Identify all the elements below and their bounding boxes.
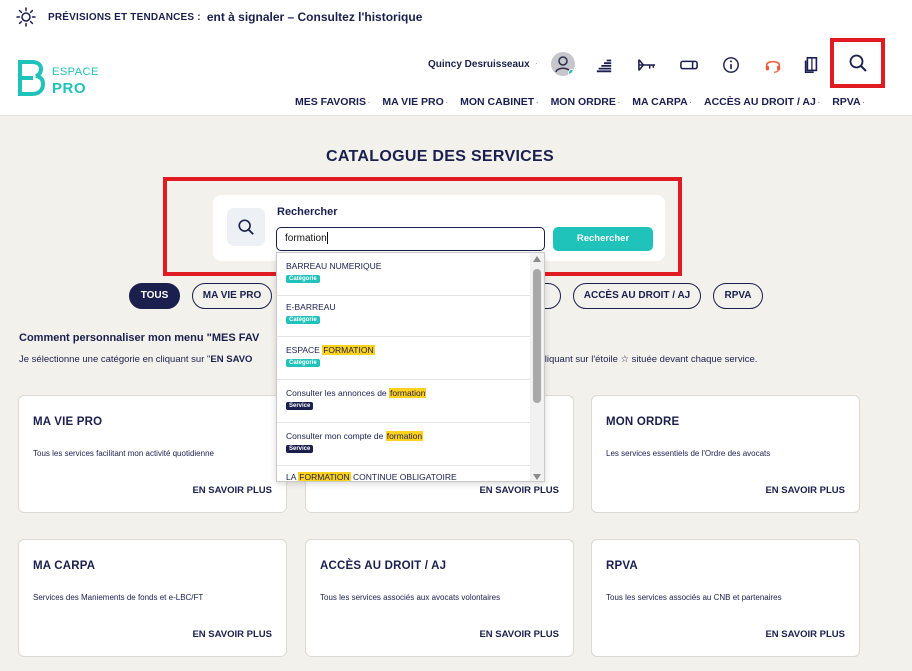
card-title: RPVA bbox=[606, 560, 638, 572]
headset-icon[interactable] bbox=[760, 52, 786, 78]
logo-espace-text: ESPACE bbox=[52, 66, 99, 78]
suggestion-item[interactable]: BARREAU NUMERIQUE Catégorie bbox=[277, 253, 532, 296]
robe-icon[interactable] bbox=[676, 52, 702, 78]
scroll-up-arrow-icon[interactable] bbox=[533, 256, 541, 262]
page-title: CATALOGUE DES SERVICES bbox=[326, 148, 554, 165]
service-badge: Service bbox=[286, 402, 314, 410]
user-menu-caret[interactable]: · bbox=[535, 59, 538, 68]
forecast-banner: PRÉVISIONS ET TENDANCES : ent à signaler… bbox=[0, 0, 912, 34]
search-suggestions-dropdown: BARREAU NUMERIQUE Catégorie E-BARREAU Ca… bbox=[276, 252, 545, 482]
card-link[interactable]: EN SAVOIR PLUS bbox=[479, 629, 559, 640]
search-icon bbox=[849, 54, 867, 72]
suggestion-item[interactable]: Consulter mon compte de formation Servic… bbox=[277, 423, 532, 466]
search-icon-button[interactable] bbox=[830, 38, 885, 88]
card-description: Les services essentiels de l'Ordre des a… bbox=[606, 449, 771, 458]
suggestion-item[interactable]: ESPACE FORMATION Catégorie bbox=[277, 337, 532, 380]
forecast-history-link[interactable]: ent à signaler – Consultez l'historique bbox=[207, 10, 423, 24]
suggestion-item[interactable]: LA FORMATION CONTINUE OBLIGATOIRE bbox=[277, 466, 532, 481]
category-card-rpva[interactable]: RPVA Tous les services associés au CNB e… bbox=[591, 539, 860, 657]
info-icon[interactable] bbox=[718, 52, 744, 78]
card-link[interactable]: EN SAVOIR PLUS bbox=[765, 485, 845, 496]
scroll-down-arrow-icon[interactable] bbox=[533, 474, 541, 480]
card-description: Tous les services facilitant mon activit… bbox=[33, 449, 214, 458]
forecast-label: PRÉVISIONS ET TENDANCES : bbox=[48, 11, 201, 23]
card-title: MON ORDRE bbox=[606, 416, 680, 428]
user-name[interactable]: Quincy Desruisseaux bbox=[428, 59, 530, 70]
category-card-acces-au-droit[interactable]: ACCÈS AU DROIT / AJ Tous les services as… bbox=[305, 539, 574, 657]
category-badge: Catégorie bbox=[286, 275, 320, 283]
sun-icon bbox=[16, 7, 36, 27]
card-description: Tous les services associés aux avocats v… bbox=[320, 593, 501, 602]
nav-item-mon-ordre[interactable]: MON ORDRE · bbox=[551, 96, 621, 108]
filter-pill-rpva[interactable]: RPVA bbox=[713, 283, 763, 309]
dropdown-scrollbar[interactable] bbox=[530, 253, 544, 481]
category-card-mon-ordre[interactable]: MON ORDRE Les services essentiels de l'O… bbox=[591, 395, 860, 513]
filter-pill-tous[interactable]: TOUS bbox=[129, 283, 180, 309]
logo-mark-icon bbox=[18, 60, 46, 96]
site-header: ESPACE PRO Quincy Desruisseaux · MES FAV… bbox=[0, 34, 912, 116]
card-description: Tous les services associés au CNB et par… bbox=[606, 593, 782, 602]
nav-item-ma-vie-pro[interactable]: MA VIE PRO · bbox=[382, 96, 448, 108]
scrollbar-thumb[interactable] bbox=[533, 269, 541, 403]
avatar-icon[interactable] bbox=[551, 52, 575, 76]
card-title: MA CARPA bbox=[33, 560, 96, 572]
star-icon: ☆ bbox=[620, 354, 630, 365]
logo-pro-text: PRO bbox=[52, 80, 87, 97]
filter-pill-acces-au-droit[interactable]: ACCÈS AU DROIT / AJ bbox=[573, 283, 701, 309]
card-link[interactable]: EN SAVOIR PLUS bbox=[765, 629, 845, 640]
espace-pro-logo[interactable]: ESPACE PRO bbox=[16, 58, 116, 100]
card-link[interactable]: EN SAVOIR PLUS bbox=[479, 485, 559, 496]
card-link[interactable]: EN SAVOIR PLUS bbox=[192, 485, 272, 496]
nav-item-mes-favoris[interactable]: MES FAVORIS · bbox=[295, 96, 370, 108]
category-card-ma-carpa[interactable]: MA CARPA Services des Maniements de fond… bbox=[18, 539, 287, 657]
nav-item-mon-cabinet[interactable]: MON CABINET · bbox=[460, 96, 538, 108]
card-title: MA VIE PRO bbox=[33, 416, 103, 428]
category-badge: Catégorie bbox=[286, 316, 320, 324]
instructions-title: Comment personnaliser mon menu "MES FAV bbox=[19, 332, 260, 344]
document-icon[interactable] bbox=[798, 52, 824, 78]
instructions-text-left: Je sélectionne une catégorie en cliquant… bbox=[19, 354, 253, 365]
main-nav: MES FAVORIS · MA VIE PRO · MON CABINET · MO… bbox=[295, 96, 877, 108]
category-badge: Catégorie bbox=[286, 359, 320, 367]
filter-pill-ma-vie-pro[interactable]: MA VIE PRO bbox=[192, 283, 272, 309]
instructions-text-right: cliquant sur l'étoile ☆ située devant ch… bbox=[540, 354, 758, 365]
suggestion-item[interactable]: Consulter les annonces de formation Serv… bbox=[277, 380, 532, 423]
card-link[interactable]: EN SAVOIR PLUS bbox=[192, 629, 272, 640]
nav-item-acces-au-droit[interactable]: ACCÈS AU DROIT / AJ · bbox=[704, 96, 820, 108]
suggestion-item[interactable]: E-BARREAU Catégorie bbox=[277, 294, 532, 337]
service-badge: Service bbox=[286, 445, 314, 453]
nav-item-rpva[interactable]: RPVA · bbox=[832, 96, 865, 108]
stairs-icon[interactable] bbox=[591, 52, 617, 78]
card-title: ACCÈS AU DROIT / AJ bbox=[320, 560, 447, 572]
category-card-ma-vie-pro[interactable]: MA VIE PRO Tous les services facilitant … bbox=[18, 395, 287, 513]
nav-item-ma-carpa[interactable]: MA CARPA · bbox=[632, 96, 692, 108]
key-icon[interactable] bbox=[634, 52, 660, 78]
card-description: Services des Maniements de fonds et e-LB… bbox=[33, 593, 204, 602]
